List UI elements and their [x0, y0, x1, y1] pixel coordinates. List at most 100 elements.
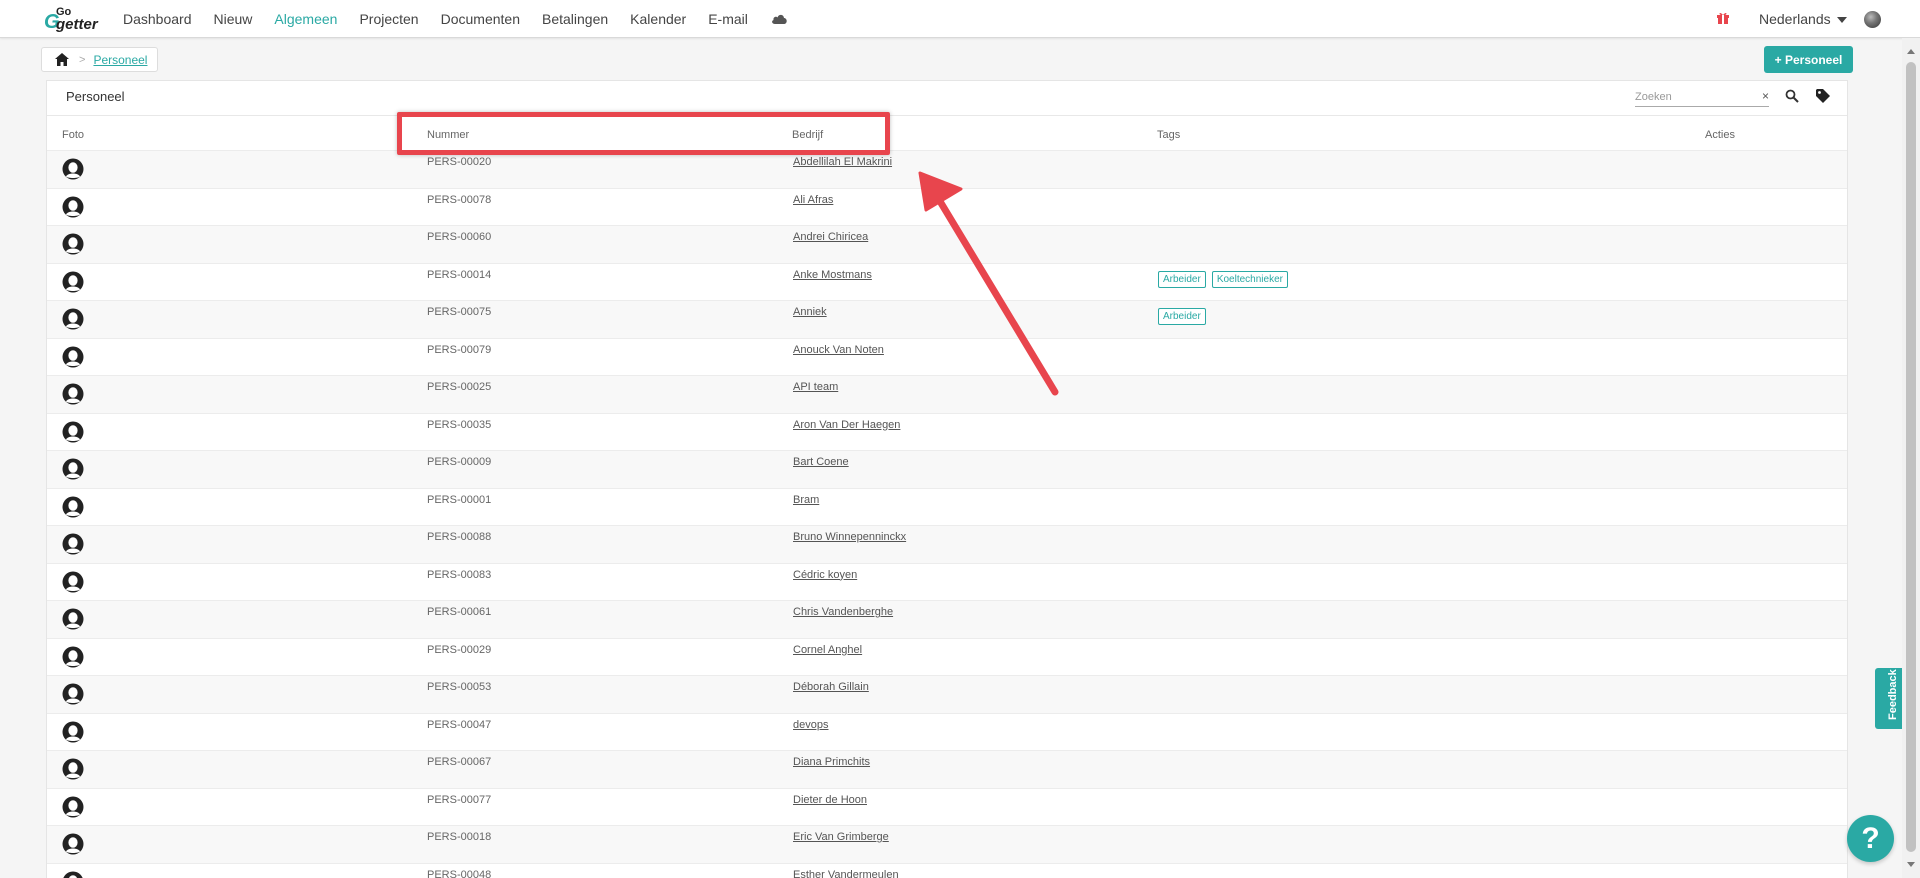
column-header-acties: Acties — [1705, 129, 1735, 141]
column-header-foto[interactable]: Foto — [62, 129, 84, 141]
personnel-number: PERS-00025 — [427, 381, 492, 393]
nav-dashboard[interactable]: Dashboard — [123, 11, 192, 27]
personnel-number: PERS-00048 — [427, 868, 492, 878]
personnel-number: PERS-00018 — [427, 831, 492, 843]
help-button[interactable]: ? — [1847, 815, 1894, 862]
personnel-number: PERS-00014 — [427, 268, 492, 281]
card-header: Personeel × — [47, 81, 1847, 116]
user-avatar[interactable] — [1864, 11, 1881, 28]
table-row: PERS-00083 Cédric koyen — [47, 562, 1847, 601]
personnel-name-link[interactable]: Anke Mostmans — [793, 269, 872, 281]
personnel-number: PERS-00067 — [427, 756, 492, 768]
nav-documenten[interactable]: Documenten — [441, 11, 520, 27]
person-avatar-icon — [62, 308, 84, 330]
search-icon[interactable] — [1785, 89, 1799, 103]
table-row: PERS-00077 Dieter de Hoon — [47, 787, 1847, 826]
scrollbar-thumb[interactable] — [1906, 62, 1916, 852]
cloud-icon[interactable] — [771, 13, 788, 25]
gift-icon[interactable] — [1716, 11, 1730, 25]
table-header: Foto Nummer Bedrijf Tags Acties — [47, 117, 1847, 150]
person-avatar-icon — [62, 196, 84, 218]
personnel-name-link[interactable]: Cédric koyen — [793, 569, 857, 581]
personnel-name-link[interactable]: Anniek — [793, 306, 827, 318]
logo-getter: getter — [56, 16, 98, 33]
table-row: PERS-00079 Anouck Van Noten — [47, 337, 1847, 376]
tag-list: Arbeider Koeltechnieker — [1158, 270, 1294, 288]
person-avatar-icon — [62, 346, 84, 368]
personnel-name-link[interactable]: Esther Vandermeulen — [793, 869, 899, 878]
personnel-name-link[interactable]: devops — [793, 719, 828, 731]
card-title: Personeel — [66, 89, 125, 104]
table-row: PERS-00053 Déborah Gillain — [47, 675, 1847, 713]
scroll-down-icon[interactable] — [1907, 862, 1915, 867]
table-row: PERS-00067 Diana Primchits — [47, 750, 1847, 788]
personnel-name-link[interactable]: Dieter de Hoon — [793, 794, 867, 806]
table-row: PERS-00025 API team — [47, 375, 1847, 413]
nav-projecten[interactable]: Projecten — [359, 11, 418, 27]
person-avatar-icon — [62, 233, 84, 255]
top-navbar: G Go getter Dashboard Nieuw Algemeen Projec… — [0, 0, 1920, 38]
personnel-number: PERS-00060 — [427, 231, 492, 243]
clear-search-icon[interactable]: × — [1762, 89, 1769, 103]
personnel-name-link[interactable]: Bruno Winnepenninckx — [793, 531, 906, 543]
table-row: PERS-00060 Andrei Chiricea — [47, 225, 1847, 263]
nav-e-mail[interactable]: E-mail — [708, 11, 748, 27]
tag-badge[interactable]: Koeltechnieker — [1211, 270, 1288, 288]
table-row: PERS-00047 devops — [47, 712, 1847, 751]
personnel-number: PERS-00029 — [427, 643, 492, 656]
person-avatar-icon — [62, 421, 84, 443]
language-dropdown[interactable]: Nederlands — [1759, 11, 1847, 27]
tag-badge[interactable]: Arbeider — [1158, 270, 1206, 288]
nav-algemeen[interactable]: Algemeen — [274, 11, 337, 27]
add-personeel-button[interactable]: + Personeel — [1764, 46, 1853, 73]
search-input[interactable] — [1635, 87, 1745, 103]
personnel-name-link[interactable]: Bram — [793, 494, 819, 506]
personnel-name-link[interactable]: Anouck Van Noten — [793, 344, 884, 356]
caret-down-icon — [1836, 17, 1847, 24]
personnel-number: PERS-00077 — [427, 793, 492, 806]
personnel-name-link[interactable]: Abdellilah El Makrini — [793, 156, 892, 168]
nav-nieuw[interactable]: Nieuw — [214, 11, 253, 27]
personnel-name-link[interactable]: API team — [793, 381, 838, 393]
person-avatar-icon — [62, 458, 84, 480]
person-avatar-icon — [62, 683, 84, 705]
nav-betalingen[interactable]: Betalingen — [542, 11, 608, 27]
personnel-name-link[interactable]: Déborah Gillain — [793, 681, 869, 693]
person-avatar-icon — [62, 608, 84, 630]
table-row: PERS-00018 Eric Van Grimberge — [47, 825, 1847, 863]
page-scrollbar[interactable] — [1902, 38, 1920, 878]
search-field: × — [1635, 87, 1769, 107]
tag-icon[interactable] — [1815, 88, 1831, 104]
nav-kalender[interactable]: Kalender — [630, 11, 686, 27]
column-header-bedrijf[interactable]: Bedrijf — [792, 129, 823, 141]
main-nav: Dashboard Nieuw Algemeen Projecten Documente… — [112, 0, 788, 38]
column-header-nummer[interactable]: Nummer — [427, 129, 469, 141]
home-icon[interactable] — [55, 53, 69, 66]
person-avatar-icon — [62, 833, 84, 855]
personnel-name-link[interactable]: Ali Afras — [793, 194, 833, 206]
table-row: PERS-00020 Abdellilah El Makrini — [47, 150, 1847, 188]
table-row: PERS-00009 Bart Coene — [47, 450, 1847, 488]
tag-list: Arbeider — [1158, 308, 1212, 325]
personnel-number: PERS-00088 — [427, 531, 492, 543]
personnel-name-link[interactable]: Eric Van Grimberge — [793, 831, 889, 843]
table-row: PERS-00078 Ali Afras — [47, 187, 1847, 226]
tag-badge[interactable]: Arbeider — [1158, 308, 1206, 325]
personnel-name-link[interactable]: Diana Primchits — [793, 756, 870, 768]
person-avatar-icon — [62, 646, 84, 668]
scroll-up-icon[interactable] — [1907, 49, 1915, 54]
personnel-name-link[interactable]: Chris Vandenberghe — [793, 606, 893, 618]
personnel-name-link[interactable]: Bart Coene — [793, 456, 849, 468]
personnel-name-link[interactable]: Andrei Chiricea — [793, 231, 868, 243]
personnel-number: PERS-00001 — [427, 493, 492, 506]
person-avatar-icon — [62, 721, 84, 743]
breadcrumb-personeel-link[interactable]: Personeel — [93, 53, 147, 67]
personnel-name-link[interactable]: Aron Van Der Haegen — [793, 419, 900, 431]
column-header-tags[interactable]: Tags — [1157, 129, 1180, 141]
table-row: PERS-00048 Esther Vandermeulen — [47, 862, 1847, 878]
gogetter-logo[interactable]: G Go getter — [44, 6, 100, 33]
person-avatar-icon — [62, 533, 84, 555]
personnel-name-link[interactable]: Cornel Anghel — [793, 644, 862, 656]
personnel-number: PERS-00078 — [427, 193, 492, 206]
person-avatar-icon — [62, 571, 84, 593]
